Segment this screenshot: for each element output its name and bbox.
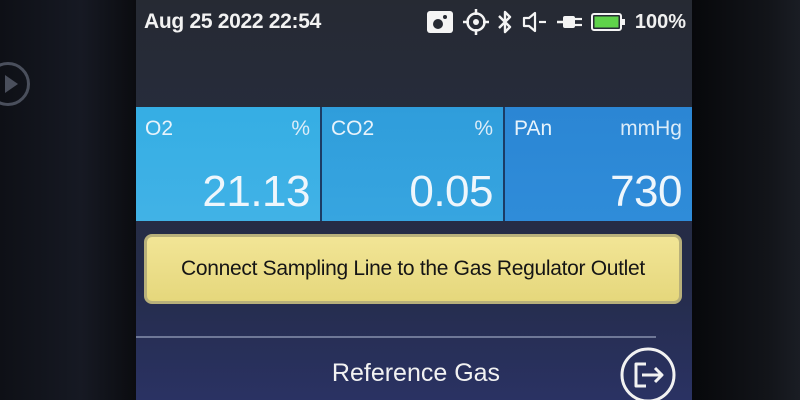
co2-reading-tile[interactable]: CO2 % 0.05 xyxy=(322,107,505,221)
exit-icon xyxy=(620,347,676,400)
o2-unit: % xyxy=(291,117,310,140)
device-bezel-right xyxy=(692,0,800,400)
device-screen: Aug 25 2022 22:54 100% O2 % 21.13 CO2 % … xyxy=(136,0,692,400)
reference-gas-label: Reference Gas xyxy=(331,358,501,387)
target-icon xyxy=(462,9,489,35)
device-bezel-left xyxy=(0,0,136,400)
speaker-icon xyxy=(521,9,547,35)
play-icon xyxy=(0,62,30,106)
reference-gas-button[interactable]: Reference Gas xyxy=(256,346,576,400)
status-bar: Aug 25 2022 22:54 100% xyxy=(136,0,692,44)
pan-label: PAn xyxy=(514,117,553,140)
readings-panel: O2 % 21.13 CO2 % 0.05 PAn mmHg 730 xyxy=(136,107,692,221)
pan-reading-tile[interactable]: PAn mmHg 730 xyxy=(505,107,692,221)
o2-label: O2 xyxy=(145,117,174,140)
pan-unit: mmHg xyxy=(620,117,682,140)
status-datetime: Aug 25 2022 22:54 xyxy=(144,10,322,33)
co2-value: 0.05 xyxy=(409,167,493,216)
o2-reading-tile[interactable]: O2 % 21.13 xyxy=(136,107,322,221)
power-plug-icon xyxy=(555,10,583,34)
status-icons: 100% xyxy=(425,8,686,36)
o2-value: 21.13 xyxy=(202,167,310,216)
pan-value: 730 xyxy=(610,167,682,216)
exit-button[interactable] xyxy=(618,345,678,400)
camera-icon xyxy=(425,9,455,35)
co2-unit: % xyxy=(474,117,493,140)
instruction-text: Connect Sampling Line to the Gas Regulat… xyxy=(181,257,645,280)
battery-percent: 100% xyxy=(634,10,686,33)
co2-label: CO2 xyxy=(331,117,375,140)
instruction-banner: Connect Sampling Line to the Gas Regulat… xyxy=(144,234,682,304)
bluetooth-icon xyxy=(497,9,513,35)
footer-divider xyxy=(136,336,656,338)
battery-icon xyxy=(590,12,625,32)
